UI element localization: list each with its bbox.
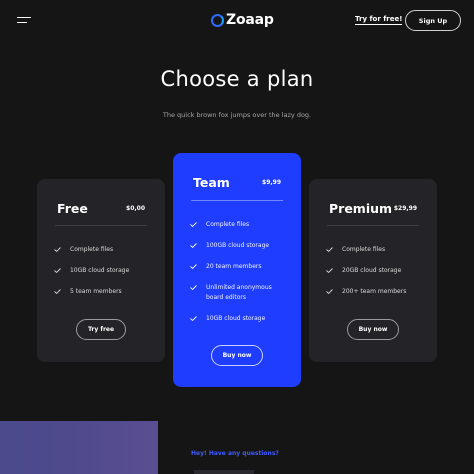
- check-icon: [190, 243, 197, 248]
- feature-text: Complete files: [70, 246, 114, 253]
- check-icon: [326, 268, 333, 273]
- feature-item: 10GB cloud storage: [54, 266, 153, 276]
- check-icon: [190, 285, 197, 290]
- feature-item: 200+ team members: [326, 287, 425, 297]
- feature-text: 20 team members: [206, 263, 262, 270]
- feature-item: 20GB cloud storage: [326, 266, 425, 276]
- buy-now-button-team[interactable]: Buy now: [211, 345, 263, 366]
- plan-price: $0,00: [126, 205, 145, 212]
- bottom-heading-partial: [194, 470, 254, 474]
- check-icon: [190, 316, 197, 321]
- plan-price: $9,99: [262, 179, 281, 186]
- feature-item: 100GB cloud storage: [190, 241, 289, 251]
- card-divider: [327, 225, 419, 226]
- feature-item: 20 team members: [190, 262, 289, 272]
- feature-item: Unlimited anonymous board editors: [190, 283, 289, 303]
- bottom-image: [0, 421, 158, 474]
- ring-logo-icon: [211, 13, 224, 27]
- try-free-button[interactable]: Try free: [76, 319, 126, 340]
- feature-text: Unlimited anonymous board editors: [206, 284, 272, 301]
- feature-item: 5 team members: [54, 287, 153, 297]
- plan-card-premium: Premium $29,99 Complete files 20GB cloud…: [309, 179, 437, 362]
- plan-card-team: Team $9,99 Complete files 100GB cloud st…: [173, 153, 301, 387]
- logo[interactable]: Zoaap: [211, 11, 274, 29]
- page-subtitle: The quick brown fox jumps over the lazy …: [162, 111, 312, 119]
- feature-text: 100GB cloud storage: [206, 242, 270, 249]
- hamburger-icon[interactable]: [17, 15, 31, 25]
- feature-item: Complete files: [54, 245, 153, 255]
- sign-up-button[interactable]: Sign Up: [405, 10, 461, 31]
- feature-item: Complete files: [326, 245, 425, 255]
- menu-line-top: [17, 17, 31, 19]
- plan-card-free: Free $0,00 Complete files 10GB cloud sto…: [37, 179, 165, 362]
- feature-text: 20GB cloud storage: [342, 267, 402, 274]
- try-for-free-link[interactable]: Try for free!: [355, 15, 403, 25]
- check-icon: [326, 289, 333, 294]
- logo-text: Zoaap: [226, 12, 274, 28]
- buy-now-button-premium[interactable]: Buy now: [347, 319, 399, 340]
- check-icon: [326, 247, 333, 252]
- feature-text: 5 team members: [70, 288, 122, 295]
- feature-text: Complete files: [206, 221, 250, 228]
- plan-name: Premium: [329, 201, 393, 216]
- check-icon: [190, 264, 197, 269]
- feature-text: 10GB cloud storage: [206, 315, 266, 322]
- plan-name: Team: [193, 175, 230, 190]
- check-icon: [54, 289, 61, 294]
- feature-item: Complete files: [190, 220, 289, 230]
- feature-text: 10GB cloud storage: [70, 267, 130, 274]
- card-divider: [55, 225, 147, 226]
- check-icon: [190, 222, 197, 227]
- feature-text: 200+ team members: [342, 288, 407, 295]
- plan-name: Free: [57, 201, 88, 216]
- feature-text: Complete files: [342, 246, 386, 253]
- check-icon: [54, 268, 61, 273]
- menu-line-bottom: [17, 22, 27, 24]
- page-title: Choose a plan: [160, 67, 314, 91]
- questions-heading: Hey! Have any questions?: [191, 450, 279, 457]
- check-icon: [54, 247, 61, 252]
- card-divider: [191, 200, 283, 201]
- plan-price: $29,99: [393, 205, 417, 212]
- feature-item: 10GB cloud storage: [190, 314, 289, 324]
